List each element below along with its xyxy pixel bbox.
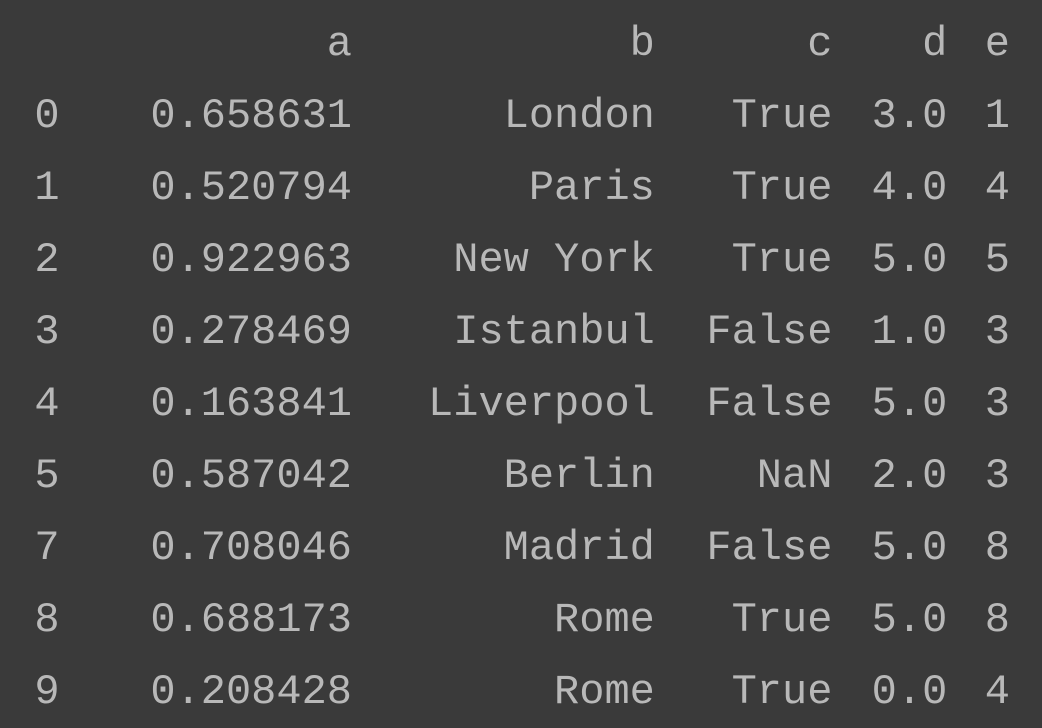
cell-index: 8 xyxy=(18,584,74,656)
cell-b: Istanbul xyxy=(366,296,669,368)
cell-d: 3.0 xyxy=(846,80,961,152)
table-row: 4 0.163841 Liverpool False 5.0 3 xyxy=(18,368,1024,440)
cell-d: 0.0 xyxy=(846,656,961,728)
cell-b: London xyxy=(366,80,669,152)
cell-b: Rome xyxy=(366,584,669,656)
cell-index: 5 xyxy=(18,440,74,512)
cell-e: 3 xyxy=(961,440,1024,512)
cell-d: 2.0 xyxy=(846,440,961,512)
cell-e: 4 xyxy=(961,152,1024,224)
cell-d: 5.0 xyxy=(846,368,961,440)
cell-d: 4.0 xyxy=(846,152,961,224)
table-row: 2 0.922963 New York True 5.0 5 xyxy=(18,224,1024,296)
cell-e: 3 xyxy=(961,368,1024,440)
cell-b: Paris xyxy=(366,152,669,224)
cell-e: 5 xyxy=(961,224,1024,296)
cell-c: True xyxy=(669,656,847,728)
cell-c: NaN xyxy=(669,440,847,512)
table-row: 3 0.278469 Istanbul False 1.0 3 xyxy=(18,296,1024,368)
cell-a: 0.688173 xyxy=(74,584,366,656)
cell-d: 5.0 xyxy=(846,512,961,584)
cell-index: 0 xyxy=(18,80,74,152)
table-row: 7 0.708046 Madrid False 5.0 8 xyxy=(18,512,1024,584)
cell-c: False xyxy=(669,512,847,584)
cell-d: 5.0 xyxy=(846,584,961,656)
cell-c: True xyxy=(669,224,847,296)
column-header-a: a xyxy=(74,8,366,80)
cell-e: 1 xyxy=(961,80,1024,152)
column-header-c: c xyxy=(669,8,847,80)
table-row: 5 0.587042 Berlin NaN 2.0 3 xyxy=(18,440,1024,512)
cell-a: 0.208428 xyxy=(74,656,366,728)
cell-b: Liverpool xyxy=(366,368,669,440)
cell-index: 4 xyxy=(18,368,74,440)
table-row: 8 0.688173 Rome True 5.0 8 xyxy=(18,584,1024,656)
cell-d: 1.0 xyxy=(846,296,961,368)
cell-index: 7 xyxy=(18,512,74,584)
cell-e: 8 xyxy=(961,584,1024,656)
column-header-index xyxy=(18,8,74,80)
cell-b: New York xyxy=(366,224,669,296)
cell-b: Berlin xyxy=(366,440,669,512)
cell-a: 0.278469 xyxy=(74,296,366,368)
cell-c: False xyxy=(669,368,847,440)
column-header-b: b xyxy=(366,8,669,80)
cell-e: 3 xyxy=(961,296,1024,368)
cell-b: Madrid xyxy=(366,512,669,584)
cell-d: 5.0 xyxy=(846,224,961,296)
dataframe-table: a b c d e 0 0.658631 London True 3.0 1 1… xyxy=(18,8,1024,728)
column-header-e: e xyxy=(961,8,1024,80)
cell-a: 0.922963 xyxy=(74,224,366,296)
cell-index: 2 xyxy=(18,224,74,296)
cell-index: 9 xyxy=(18,656,74,728)
cell-c: True xyxy=(669,152,847,224)
cell-a: 0.658631 xyxy=(74,80,366,152)
cell-a: 0.708046 xyxy=(74,512,366,584)
table-row: 0 0.658631 London True 3.0 1 xyxy=(18,80,1024,152)
table-row: 1 0.520794 Paris True 4.0 4 xyxy=(18,152,1024,224)
cell-c: True xyxy=(669,584,847,656)
table-row: 9 0.208428 Rome True 0.0 4 xyxy=(18,656,1024,728)
cell-e: 8 xyxy=(961,512,1024,584)
cell-a: 0.520794 xyxy=(74,152,366,224)
cell-a: 0.163841 xyxy=(74,368,366,440)
cell-index: 1 xyxy=(18,152,74,224)
cell-index: 3 xyxy=(18,296,74,368)
cell-e: 4 xyxy=(961,656,1024,728)
column-header-d: d xyxy=(846,8,961,80)
cell-a: 0.587042 xyxy=(74,440,366,512)
cell-c: True xyxy=(669,80,847,152)
table-header-row: a b c d e xyxy=(18,8,1024,80)
cell-b: Rome xyxy=(366,656,669,728)
cell-c: False xyxy=(669,296,847,368)
